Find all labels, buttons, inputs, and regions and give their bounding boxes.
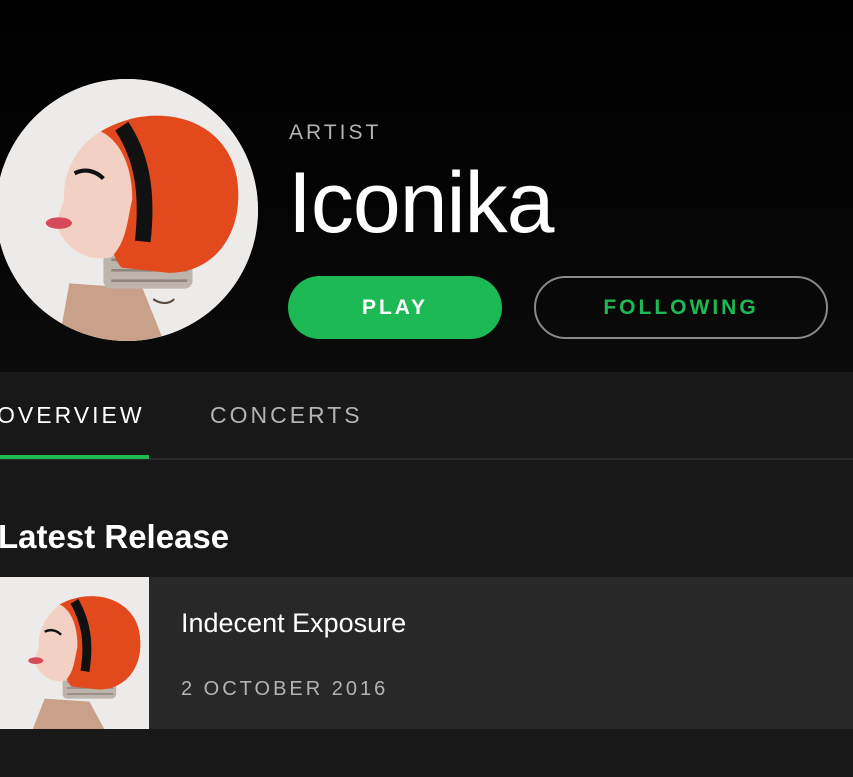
- release-date: 2 OCTOBER 2016: [181, 678, 389, 700]
- artist-kicker-label: ARTIST: [289, 121, 382, 144]
- artist-avatar: [0, 79, 258, 341]
- artist-portrait-image: [0, 79, 258, 341]
- active-tab-indicator: [0, 455, 149, 459]
- tab-overview[interactable]: OVERVIEW: [0, 402, 145, 429]
- artist-tabs: OVERVIEW CONCERTS: [0, 372, 853, 460]
- latest-release-heading: Latest Release: [0, 518, 230, 555]
- following-button[interactable]: FOLLOWING: [534, 276, 828, 339]
- artist-header: ARTIST Iconika PLAY FOLLOWING: [0, 0, 853, 372]
- artist-page: ARTIST Iconika PLAY FOLLOWING OVERVIEW C…: [0, 0, 853, 777]
- release-cover-image: [0, 577, 149, 729]
- release-title[interactable]: Indecent Exposure: [181, 608, 406, 639]
- artist-name: Iconika: [288, 155, 554, 251]
- play-button[interactable]: PLAY: [288, 276, 502, 339]
- latest-release-row[interactable]: Indecent Exposure 2 OCTOBER 2016: [0, 577, 853, 729]
- release-cover-art[interactable]: [0, 577, 149, 729]
- tab-concerts[interactable]: CONCERTS: [210, 402, 363, 429]
